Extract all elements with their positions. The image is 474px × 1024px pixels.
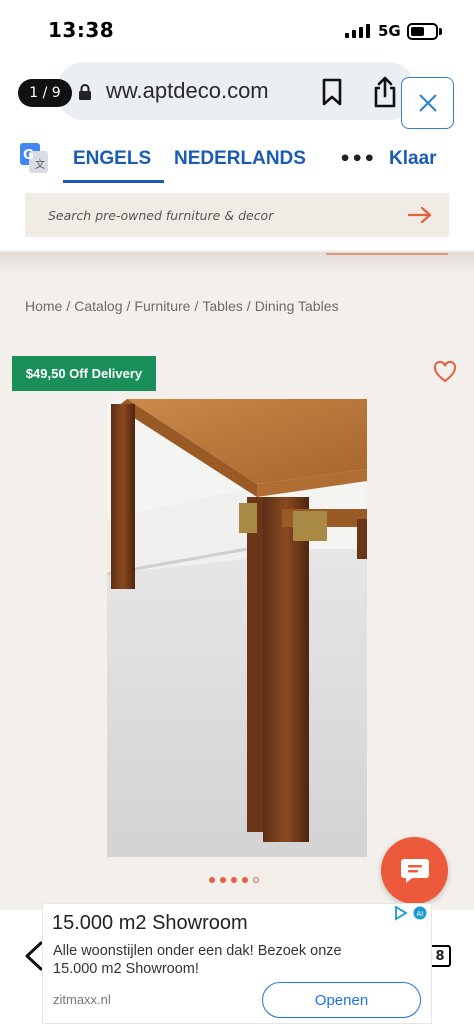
pagination-dot[interactable]	[253, 877, 259, 883]
breadcrumb-tables[interactable]: Tables	[202, 298, 242, 314]
svg-text:G: G	[23, 148, 34, 163]
breadcrumb-sep: /	[126, 298, 131, 314]
battery-tip	[439, 28, 442, 35]
share-icon[interactable]	[371, 76, 399, 108]
ad-open-button[interactable]: Openen	[262, 982, 421, 1018]
language-source-tab[interactable]: ENGELS	[73, 148, 151, 170]
search-placeholder: Search pre-owned furniture & decor	[48, 208, 274, 223]
breadcrumb: Home / Catalog / Furniture / Tables / Dining Tab…	[25, 298, 342, 314]
language-target-tab[interactable]: NEDERLANDS	[174, 148, 306, 170]
breadcrumb-home[interactable]: Home	[25, 298, 62, 314]
chat-button[interactable]	[381, 837, 448, 904]
network-label: 5G	[378, 22, 401, 40]
svg-text:AI: AI	[417, 910, 424, 918]
url-text[interactable]: ww.aptdeco.com	[106, 78, 269, 104]
active-tab-indicator	[63, 180, 164, 183]
divider	[0, 252, 474, 274]
lock-icon	[79, 84, 91, 100]
divider-accent	[326, 253, 448, 255]
heart-icon[interactable]	[433, 361, 457, 383]
breadcrumb-furniture[interactable]: Furniture	[134, 298, 190, 314]
ad-body: Alle woonstijlen onder een dak! Bezoek o…	[53, 943, 342, 977]
page-counter: 1 / 9	[18, 79, 72, 107]
product-image[interactable]	[107, 399, 367, 857]
pagination-dot[interactable]	[220, 877, 226, 883]
image-pagination[interactable]	[209, 877, 259, 883]
close-icon	[418, 94, 437, 112]
breadcrumb-sep: /	[246, 298, 251, 314]
pagination-dot[interactable]	[231, 877, 237, 883]
svg-text:文: 文	[35, 158, 45, 171]
breadcrumb-sep: /	[194, 298, 199, 314]
status-time: 13:38	[48, 18, 115, 42]
breadcrumb-catalog[interactable]: Catalog	[74, 298, 122, 314]
breadcrumb-dining-tables[interactable]: Dining Tables	[255, 298, 339, 314]
battery-icon	[407, 23, 438, 40]
ad-source: zitmaxx.nl	[53, 992, 111, 1007]
close-button[interactable]	[401, 77, 454, 129]
arrow-right-icon[interactable]	[408, 206, 432, 224]
ad-title[interactable]: 15.000 m2 Showroom	[52, 912, 248, 935]
more-options-button[interactable]: •••	[339, 148, 375, 170]
delivery-badge: $49,50 Off Delivery	[12, 356, 156, 391]
tabs-button[interactable]: 8	[429, 945, 451, 967]
bookmark-icon[interactable]	[320, 78, 344, 106]
google-translate-icon: G 文	[20, 143, 48, 173]
done-button[interactable]: Klaar	[389, 148, 437, 170]
breadcrumb-sep: /	[66, 298, 71, 314]
pagination-dot[interactable]	[209, 877, 215, 883]
signal-icon	[345, 24, 370, 38]
chat-icon	[400, 858, 429, 883]
pagination-dot[interactable]	[242, 877, 248, 883]
adchoices-icon[interactable]: AI	[394, 905, 428, 921]
